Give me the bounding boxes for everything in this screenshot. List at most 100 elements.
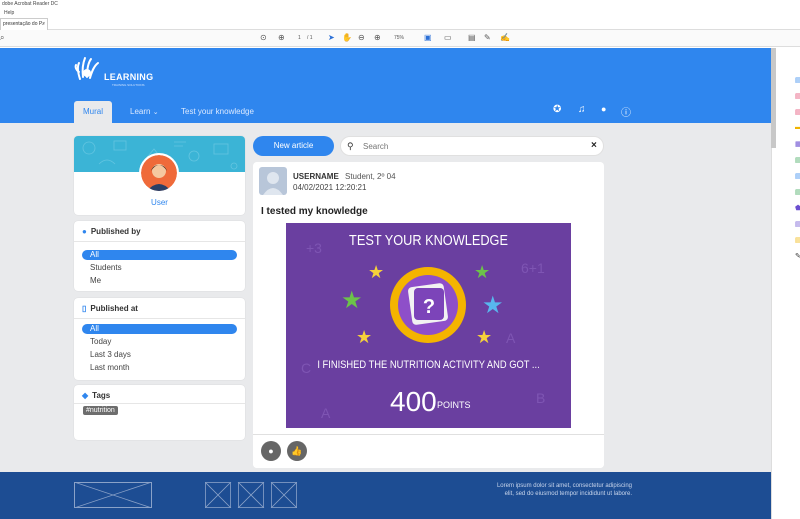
page-down-icon[interactable]: ⊕ (278, 33, 285, 43)
footer-image-placeholders (205, 482, 297, 508)
new-article-button[interactable]: New article (253, 136, 334, 156)
like-button[interactable]: 👍 (287, 441, 307, 461)
person-icon: ● (82, 227, 87, 236)
edit-pdf-icon[interactable]: ▤ (795, 108, 800, 116)
image-score: 400 (390, 386, 437, 417)
footer-logo-placeholder (74, 482, 152, 508)
post-timestamp: 04/02/2021 12:20:21 (293, 183, 367, 192)
footer-text: Lorem ipsum dolor sit amet, consectetur … (496, 483, 632, 497)
pen-tool-icon[interactable]: ✎ (795, 252, 800, 260)
zoom-out-icon[interactable]: ⊖ (358, 33, 365, 43)
tags-card: ◆ Tags #nutrition (74, 385, 245, 440)
chevron-down-icon: ⌄ (152, 109, 159, 116)
bell-icon[interactable]: ♫ (578, 104, 586, 115)
tab-learn[interactable]: Learn ⌄ (130, 107, 159, 116)
tab-learn-label: Learn (130, 107, 151, 116)
profile-card: User (74, 136, 245, 215)
badge-icon[interactable]: ✪ (553, 104, 561, 115)
search-input[interactable] (361, 140, 581, 153)
hand-logo-icon (74, 57, 99, 80)
profile-username[interactable]: User (74, 198, 245, 207)
page-up-icon[interactable]: ⊙ (260, 33, 267, 43)
published-at-heading: ▯ Published at (82, 304, 138, 313)
more-tools-icon[interactable]: ▤ (795, 220, 800, 228)
svg-text:?: ? (423, 296, 435, 318)
document-tab-label: presentação do P.. (3, 21, 45, 27)
select-cursor-icon[interactable]: ➤ (328, 33, 335, 43)
comment-tool-icon[interactable]: ▬ (795, 124, 800, 131)
svg-text:★: ★ (474, 262, 490, 283)
search-icon[interactable]: ⌕ (0, 33, 4, 43)
pen-icon[interactable]: ✎ (484, 33, 491, 43)
sign-icon[interactable]: ✍ (500, 33, 510, 43)
post-card: USERNAME Student, 2º 04 04/02/2021 12:20… (253, 162, 604, 468)
tab-mural[interactable]: Mural (74, 101, 112, 123)
close-icon[interactable]: × (591, 140, 597, 151)
tag-icon: ◆ (82, 391, 89, 400)
document-tab[interactable]: presentação do P.. × (0, 18, 48, 30)
presentation-icon[interactable]: ▭ (444, 33, 452, 43)
avatar[interactable] (139, 153, 179, 193)
svg-text:★: ★ (476, 327, 492, 348)
comment-icon[interactable]: ▤ (468, 33, 476, 43)
export-pdf-icon[interactable]: ▤ (795, 76, 800, 84)
organize-pages-icon[interactable]: ▤ (795, 156, 800, 164)
hand-tool-icon[interactable]: ✋ (342, 33, 352, 43)
vertical-scrollbar[interactable] (771, 48, 776, 148)
tab-test-knowledge[interactable]: Test your knowledge (181, 107, 254, 116)
bookmark-icon: ▯ (82, 304, 87, 313)
tags-title: Tags (92, 391, 111, 400)
window-title: dobe Acrobat Reader DC (0, 0, 800, 9)
post-role: Student, 2º 04 (345, 172, 396, 181)
post-avatar[interactable] (259, 167, 287, 195)
post-username[interactable]: USERNAME (293, 172, 339, 181)
post-title: I tested my knowledge (261, 206, 368, 217)
scan-icon[interactable]: ▤ (795, 172, 800, 180)
published-at-title: Published at (90, 304, 138, 313)
post-image[interactable]: +3 6+1 C B A A ? ★ ★ ★ ★ ★ ★ TEST YOUR KNOWLE… (286, 223, 571, 428)
combine-files-icon[interactable]: ▦ (795, 140, 800, 148)
logo-text: LEARNING (104, 72, 154, 82)
page-total: / 1 (307, 35, 313, 41)
comment-icon: ● (268, 446, 274, 456)
image-heading: TEST YOUR KNOWLEDGE (349, 232, 508, 249)
filter-option-students[interactable]: Students (82, 263, 237, 273)
svg-text:★: ★ (341, 286, 363, 314)
filter-option-all[interactable]: All (82, 250, 237, 260)
app-header: LEARNING TRAINING SOLUTIONS Mural Learn … (0, 48, 771, 123)
svg-text:★: ★ (482, 291, 504, 319)
tag-chip[interactable]: #nutrition (83, 406, 118, 415)
search-bar: ⚲ × (340, 136, 604, 156)
page-current[interactable]: 1 (298, 35, 301, 41)
document-page: LEARNING TRAINING SOLUTIONS Mural Learn … (0, 48, 771, 519)
protect-icon[interactable]: ⬟ (795, 204, 800, 212)
zoom-in-icon[interactable]: ⊕ (374, 33, 381, 43)
user-avatar-icon (141, 155, 177, 191)
published-by-title: Published by (90, 227, 141, 236)
svg-text:★: ★ (356, 327, 372, 348)
menu-help[interactable]: Help (0, 9, 800, 18)
image-message: I FINISHED THE NUTRITION ACTIVITY AND GO… (317, 359, 540, 371)
close-tab-icon[interactable]: × (42, 19, 45, 30)
zoom-level[interactable]: 75% (394, 35, 404, 41)
filter-option-last-3-days[interactable]: Last 3 days (82, 350, 237, 360)
send-file-icon[interactable]: ▤ (795, 236, 800, 244)
comment-button[interactable]: ● (261, 441, 281, 461)
filter-option-last-month[interactable]: Last month (82, 363, 237, 373)
filter-option-all[interactable]: All (82, 324, 237, 334)
filter-option-me[interactable]: Me (82, 276, 237, 286)
published-at-card: ▯ Published at All Today Last 3 days Last… (74, 298, 245, 380)
search-icon: ⚲ (347, 141, 354, 151)
fit-page-icon[interactable]: ▣ (424, 33, 432, 43)
svg-text:B: B (536, 390, 545, 406)
person-placeholder-icon (263, 172, 283, 195)
create-pdf-icon[interactable]: ▤ (795, 92, 800, 100)
published-by-card: ● Published by All Students Me (74, 221, 245, 291)
tab-bar (0, 18, 800, 30)
svg-text:A: A (506, 330, 516, 346)
help-icon[interactable]: ⓘ (621, 104, 631, 119)
fill-sign-icon[interactable]: ▤ (795, 188, 800, 196)
user-icon[interactable]: ● (601, 104, 606, 114)
acrobat-toolbar: ⌕ ⊙ ⊕ 1 / 1 ➤ ✋ ⊖ ⊕ 75% ▣ ▭ ▤ ✎ ✍ (0, 30, 800, 47)
filter-option-today[interactable]: Today (82, 337, 237, 347)
